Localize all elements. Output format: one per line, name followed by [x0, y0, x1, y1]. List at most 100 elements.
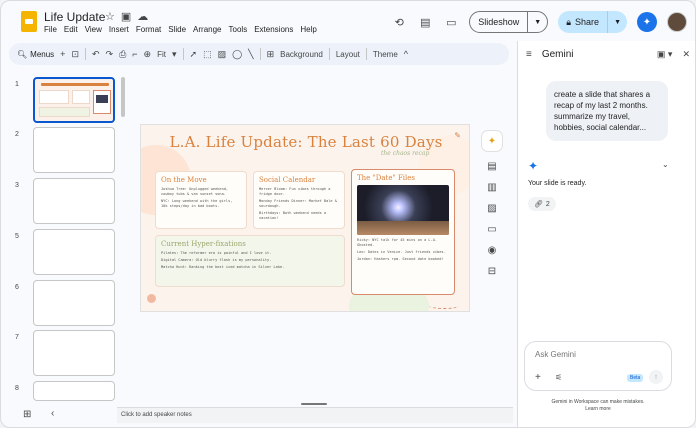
- shape-icon[interactable]: ◯: [232, 49, 242, 60]
- on-the-move-card[interactable]: On the Move Joshua Tree: Unplugged weeke…: [155, 171, 247, 229]
- folder-icon[interactable]: ▭: [487, 224, 496, 235]
- zoom-icon[interactable]: ⊕: [144, 49, 152, 60]
- history-icon[interactable]: ⟲: [391, 14, 407, 30]
- menu-insert[interactable]: Insert: [109, 25, 129, 34]
- undo-icon[interactable]: ↶: [92, 49, 100, 60]
- ask-gemini-input[interactable]: [535, 350, 655, 359]
- camera-icon[interactable]: ▭: [443, 14, 459, 30]
- bottom-bar: ⊞ ‹ Click to add speaker notes: [1, 403, 517, 427]
- cursor-icon[interactable]: ➚: [190, 49, 198, 60]
- keep-icon[interactable]: ▤: [487, 161, 496, 172]
- record-icon[interactable]: ◉: [488, 245, 497, 256]
- plus-icon[interactable]: +: [535, 372, 541, 383]
- slide-subtitle[interactable]: the chaos recap: [381, 150, 429, 157]
- zoom-select[interactable]: Fit: [157, 50, 166, 59]
- card-heading: Social Calendar: [259, 176, 316, 184]
- chevron-down-icon[interactable]: ▼: [607, 11, 627, 33]
- learn-more-link[interactable]: Learn more: [524, 406, 672, 413]
- gemini-spark-icon[interactable]: ✦: [637, 12, 657, 32]
- menu-file[interactable]: File: [44, 25, 57, 34]
- panel-icon[interactable]: ▣ ▾: [657, 49, 673, 60]
- slide-thumbnail[interactable]: [33, 127, 115, 173]
- card-line: Leo: Dates in Venice. Just friends vibes…: [357, 250, 446, 254]
- menu-edit[interactable]: Edit: [64, 25, 78, 34]
- collapse-icon[interactable]: ‹: [51, 408, 54, 419]
- link-icon: 🔗︎: [534, 201, 543, 208]
- new-slide-icon[interactable]: ⊡: [71, 49, 79, 60]
- slideshow-button[interactable]: Slideshow: [470, 12, 527, 32]
- gemini-reply: Your slide is ready.: [528, 180, 587, 187]
- menu-slide[interactable]: Slide: [168, 25, 186, 34]
- tune-icon[interactable]: ⚟: [555, 373, 562, 382]
- plus-icon[interactable]: +: [60, 49, 65, 59]
- date-files-card[interactable]: The "Date" Files Ricky: NYC talk for 45 …: [351, 169, 455, 295]
- background-button[interactable]: Background: [280, 50, 323, 59]
- slide-thumbnail[interactable]: [33, 381, 115, 401]
- image-icon[interactable]: ▨: [487, 203, 496, 214]
- slide-thumbnail[interactable]: [33, 330, 115, 376]
- menu-help[interactable]: Help: [300, 25, 316, 34]
- menu-arrange[interactable]: Arrange: [193, 25, 221, 34]
- menu-icon[interactable]: ≡: [526, 49, 532, 60]
- line-icon[interactable]: ╲: [248, 49, 253, 60]
- redo-icon[interactable]: ↷: [106, 49, 114, 60]
- card-line: Ricky: NYC talk for 45 mins on a L.A. Gh…: [357, 238, 438, 247]
- chevron-down-icon[interactable]: ▾: [172, 49, 177, 60]
- image-icon[interactable]: ▨: [218, 49, 227, 60]
- theme-button[interactable]: Theme: [373, 50, 398, 59]
- divider: [259, 48, 261, 60]
- source-count: 2: [545, 200, 550, 208]
- collapse-toolbar-icon[interactable]: ^: [404, 49, 408, 59]
- share-button[interactable]: 🔒︎ Share: [558, 11, 607, 33]
- select-icon[interactable]: ⬚: [203, 49, 212, 60]
- share-button-group: 🔒︎ Share ▼: [558, 11, 627, 33]
- paint-format-icon[interactable]: ⌐: [132, 49, 137, 59]
- slide-thumbnail[interactable]: [33, 178, 115, 224]
- speaker-notes[interactable]: Click to add speaker notes: [117, 407, 513, 423]
- layout-button[interactable]: Layout: [336, 50, 360, 59]
- slide-title[interactable]: L.A. Life Update: The Last 60 Days: [161, 133, 451, 151]
- grid-view-icon[interactable]: ⊞: [23, 409, 31, 420]
- slide-number: 2: [15, 131, 19, 138]
- share-label: Share: [575, 17, 600, 27]
- comment-icon[interactable]: ▤: [417, 14, 433, 30]
- title-actions: ☆ ▣ ☁: [105, 10, 148, 23]
- add-on-icon[interactable]: ⊟: [488, 266, 496, 277]
- slide-number: 6: [15, 284, 19, 291]
- print-icon[interactable]: ⎙: [119, 49, 126, 60]
- beta-badge: Beta: [627, 374, 644, 382]
- social-calendar-card[interactable]: Social Calendar Mercer Bloom: Fun vibes …: [253, 171, 345, 229]
- menu-view[interactable]: View: [85, 25, 102, 34]
- cloud-status-icon[interactable]: ☁: [137, 10, 148, 23]
- disclaimer: Gemini in Workspace can make mistakes. L…: [524, 399, 672, 413]
- slide-number: 5: [15, 233, 19, 240]
- slides-logo-icon[interactable]: [21, 11, 37, 32]
- dinner-photo[interactable]: [357, 185, 449, 235]
- slide-thumbnail[interactable]: [33, 229, 115, 275]
- gemini-spark-icon[interactable]: ✦: [482, 131, 502, 151]
- menu-extensions[interactable]: Extensions: [254, 25, 293, 34]
- card-line: Birthdays: Both weekend needs a vacation…: [259, 211, 327, 220]
- slide-thumbnail[interactable]: [33, 77, 115, 123]
- move-to-folder-icon[interactable]: ▣: [121, 10, 131, 23]
- comment-add-icon[interactable]: ⊞: [267, 49, 275, 60]
- slide-editor[interactable]: L.A. Life Update: The Last 60 Days the c…: [141, 125, 469, 311]
- toolbar: 🔍︎ Menus + ⊡ ↶ ↷ ⎙ ⌐ ⊕ Fit ▾ ➚ ⬚ ▨ ◯ ╲ ⊞…: [9, 43, 509, 65]
- menus-search[interactable]: 🔍︎ Menus: [17, 50, 54, 59]
- card-line: NYC: Long weekend with the girls, 10k st…: [161, 199, 233, 208]
- send-icon[interactable]: ↑: [649, 370, 663, 384]
- hyper-fixations-card[interactable]: Current Hyper-fixations Pilates: The ref…: [155, 235, 345, 287]
- chevron-down-icon[interactable]: ⌄: [662, 160, 669, 169]
- close-icon[interactable]: ✕: [682, 49, 690, 60]
- tasks-icon[interactable]: ▥: [487, 182, 496, 193]
- menu-format[interactable]: Format: [136, 25, 161, 34]
- top-actions: ⟲ ▤ ▭ Slideshow ▼ 🔒︎ Share ▼ ✦: [391, 11, 687, 33]
- chevron-down-icon[interactable]: ▼: [527, 12, 547, 32]
- avatar[interactable]: [667, 12, 687, 32]
- sources-chip[interactable]: 🔗︎ 2: [528, 197, 556, 211]
- slide-thumbnail[interactable]: [33, 280, 115, 326]
- gemini-title: Gemini: [541, 48, 574, 60]
- document-title[interactable]: Life Update: [44, 10, 105, 24]
- menu-tools[interactable]: Tools: [229, 25, 248, 34]
- star-icon[interactable]: ☆: [105, 10, 115, 23]
